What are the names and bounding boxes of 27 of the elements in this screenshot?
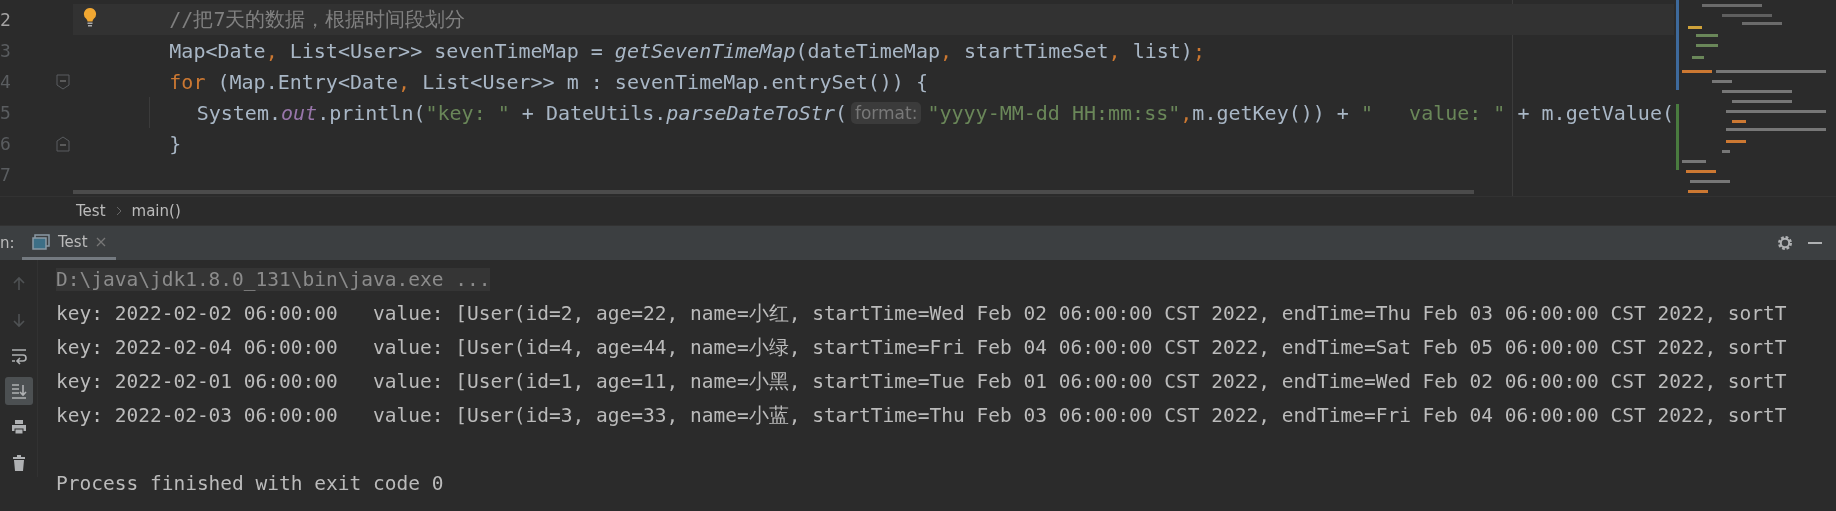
chevron-icon bbox=[115, 206, 122, 216]
code-text: "yyyy-MM-dd HH:mm:ss",m.getKey()) + " value: " + m.getValue( bbox=[927, 100, 1674, 125]
code-text: for (Map.Entry<Date, List<User>> m : sevenTimeMap.entrySet()) { bbox=[169, 69, 928, 94]
breadcrumb[interactable]: Test bbox=[76, 202, 106, 220]
console-line: Process finished with exit code 0 bbox=[56, 471, 444, 495]
scroll-to-end-button[interactable] bbox=[4, 377, 33, 406]
code-text: //把7天的数据，根据时间段划分 bbox=[169, 6, 466, 33]
code-text: } bbox=[169, 131, 182, 156]
console-icon bbox=[32, 233, 50, 250]
console-line: key: 2022-02-02 06:00:00 value: [User(id=2, age=22, name=小红, startTime=Wed Feb 02 06:00:00 CST 2022, endTime=Thu Feb 03 06:00:00 CST 2022, sortT bbox=[56, 300, 1787, 327]
settings-icon bbox=[1776, 234, 1794, 252]
printer-icon bbox=[9, 418, 28, 437]
console-line: key: 2022-02-01 06:00:00 value: [User(id=1, age=11, name=小黑, startTime=Tue Feb 01 06:00:00 CST 2022, endTime=Wed Feb 02 06:00:00 CST 2022, sortT bbox=[56, 368, 1787, 395]
code-text: Map<Date, List<User>> sevenTimeMap = getSevenTimeMap(dateTimeMap, startTimeSet, list); bbox=[169, 38, 1205, 63]
horizontal-scrollbar[interactable] bbox=[73, 190, 1474, 194]
close-icon bbox=[95, 236, 106, 247]
change-marker bbox=[1676, 104, 1679, 170]
console-command: D:\java\jdk1.8.0_131\bin\java.exe ... bbox=[56, 267, 491, 291]
soft-wrap-icon bbox=[9, 346, 28, 365]
minimize-icon bbox=[1808, 242, 1822, 244]
parameter-hint: format: bbox=[850, 101, 922, 124]
code-text: System.out.println("key: " + DateUtils.parseDateToStr( bbox=[196, 100, 847, 125]
panel-label: n: bbox=[0, 234, 16, 252]
breadcrumb[interactable]: main() bbox=[131, 202, 181, 220]
scroll-to-end-icon bbox=[9, 382, 28, 401]
console-line: key: 2022-02-03 06:00:00 value: [User(id=3, age=33, name=小蓝, startTime=Thu Feb 03 06:00:00 CST 2022, endTime=Fri Feb 04 06:00:00 CST 2022, sortT bbox=[56, 402, 1787, 429]
console-line: key: 2022-02-04 06:00:00 value: [User(id=4, age=44, name=小绿, startTime=Fri Feb 04 06:00:00 CST 2022, endTime=Sat Feb 05 06:00:00 CST 2022, sortT bbox=[56, 334, 1787, 361]
